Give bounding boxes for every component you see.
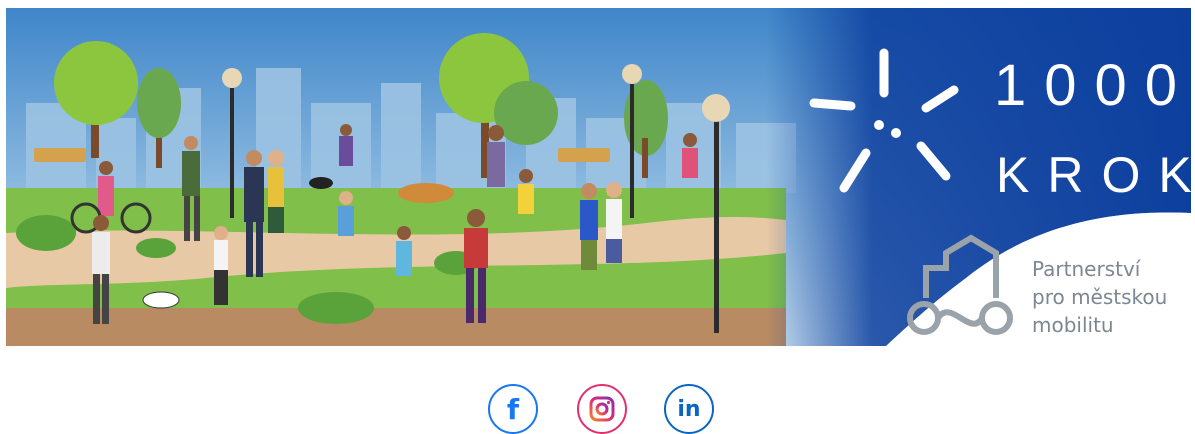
linkedin-button[interactable]: in	[664, 384, 714, 434]
hero-banner: 10000 KROKŮ Partnerství pro městskou mob…	[6, 8, 1191, 346]
facebook-icon: f	[506, 392, 520, 426]
partner-line-3: mobilitu	[1032, 313, 1114, 337]
linkedin-icon: in	[677, 396, 701, 422]
brand-word: KROKŮ	[996, 147, 1191, 203]
facebook-button[interactable]: f	[488, 384, 538, 434]
partner-line-1: Partnerství	[1032, 257, 1141, 281]
brand-number: 10000	[994, 53, 1191, 118]
partner-text: Partnerství pro městskou mobilitu	[1032, 255, 1167, 339]
instagram-button[interactable]	[577, 384, 627, 434]
social-links: f in	[0, 384, 1195, 434]
partner-line-2: pro městskou	[1032, 285, 1168, 309]
instagram-icon	[589, 396, 615, 422]
